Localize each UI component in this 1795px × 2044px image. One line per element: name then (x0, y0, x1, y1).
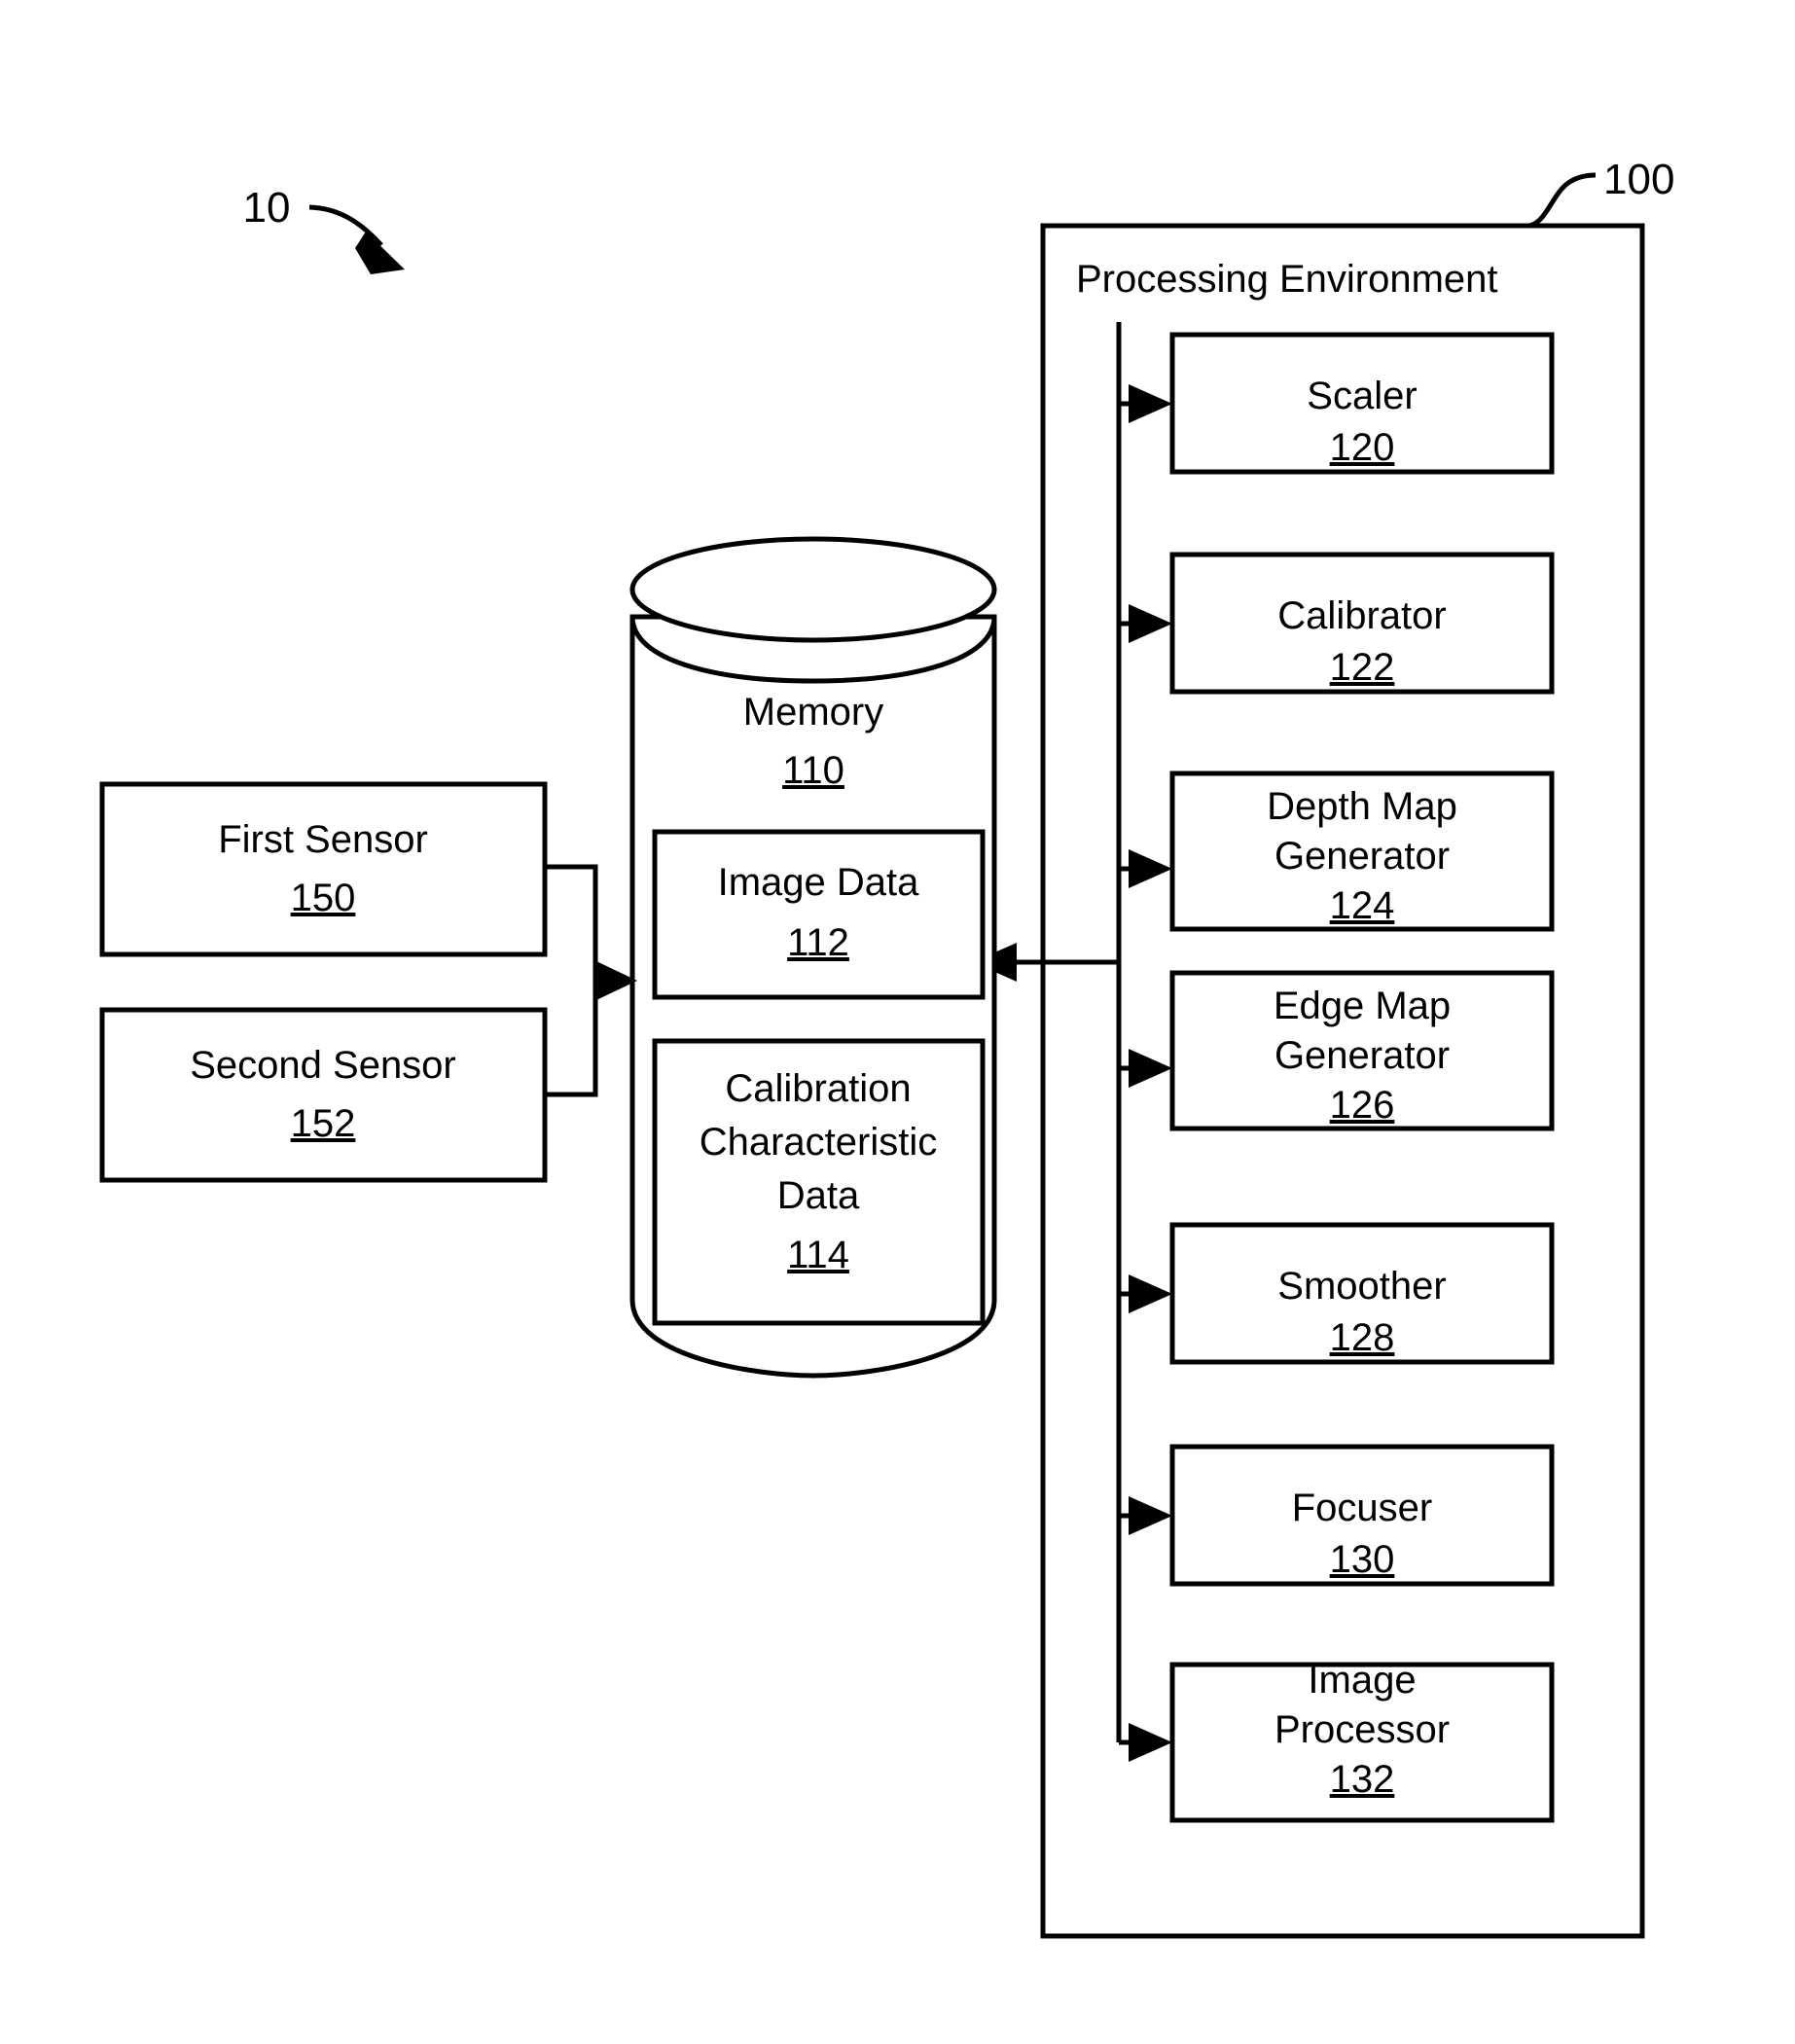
memory-cylinder-lid (629, 536, 997, 643)
module-smoother-label: Smoother (1277, 1265, 1446, 1308)
module-calibrator[interactable]: Calibrator 122 (1119, 552, 1555, 695)
sensor-first-ref: 150 (291, 877, 356, 919)
figure-leader-arrowhead (355, 232, 405, 274)
system-leader-line (1528, 172, 1597, 229)
module-image-processor-ref: 132 (1330, 1758, 1395, 1801)
memory-ref: 110 (782, 749, 844, 792)
memory-title: Memory (743, 691, 883, 734)
module-smoother[interactable]: Smoother 128 (1119, 1222, 1555, 1365)
sensor-first[interactable]: First Sensor 150 (99, 781, 548, 957)
sensor-bracket-line (545, 864, 598, 1097)
processing-environment-title: Processing Environment (1076, 258, 1498, 301)
module-edge-map-generator-label-line1: Edge Map (1274, 985, 1451, 1027)
module-focuser-label: Focuser (1292, 1487, 1433, 1529)
module-edge-map-generator[interactable]: Edge Map Generator 126 (1119, 970, 1555, 1131)
memory-item-calibration-characteristic-data[interactable]: Calibration Characteristic Data 114 (652, 1038, 986, 1326)
system-number: 100 (1603, 156, 1674, 203)
memory-item-image-data-ref: 112 (787, 921, 849, 964)
diagram-canvas: 10 Processing Environment 100 Scaler 120… (99, 156, 1674, 1939)
memory-cylinder[interactable]: Memory 110 Image Data 112 Calibration Ch… (629, 536, 997, 1379)
module-scaler[interactable]: Scaler 120 (1116, 322, 1555, 475)
memory-item-image-data-box[interactable] (652, 829, 986, 1000)
memory-item-calibration-line1: Calibration (725, 1067, 911, 1110)
sensor-merge-connector (545, 864, 637, 1097)
module-depth-map-generator[interactable]: Depth Map Generator 124 (1119, 771, 1555, 932)
module-image-processor[interactable]: Image Processor 132 (1119, 1659, 1555, 1823)
module-focuser-ref: 130 (1330, 1538, 1395, 1581)
module-calibrator-ref: 122 (1330, 646, 1395, 689)
module-edge-map-generator-label-line2: Generator (1274, 1034, 1450, 1077)
sensor-second-label: Second Sensor (190, 1044, 456, 1087)
memory-item-calibration-line2: Characteristic (700, 1121, 938, 1164)
sensor-first-label: First Sensor (218, 818, 428, 861)
module-scaler-ref: 120 (1330, 426, 1395, 469)
module-edge-map-generator-ref: 126 (1330, 1084, 1395, 1127)
memory-item-calibration-line3: Data (777, 1174, 860, 1217)
sensor-second[interactable]: Second Sensor 152 (99, 1007, 548, 1183)
module-depth-map-generator-label-line2: Generator (1274, 835, 1450, 878)
module-smoother-ref: 128 (1330, 1316, 1395, 1359)
sensor-second-ref: 152 (291, 1102, 356, 1145)
patent-figure: 10 Processing Environment 100 Scaler 120… (0, 0, 1795, 2044)
memory-item-image-data-label: Image Data (718, 861, 920, 904)
sensor-first-box[interactable] (99, 781, 548, 957)
module-image-processor-label-line1: Image (1308, 1659, 1416, 1702)
memory-item-calibration-ref: 114 (787, 1234, 849, 1276)
system-label-group: 100 (1528, 156, 1674, 229)
module-depth-map-generator-ref: 124 (1330, 884, 1395, 927)
module-image-processor-label-line2: Processor (1274, 1708, 1450, 1751)
memory-item-image-data[interactable]: Image Data 112 (652, 829, 986, 1000)
module-focuser[interactable]: Focuser 130 (1119, 1444, 1555, 1587)
module-calibrator-label: Calibrator (1277, 594, 1446, 637)
figure-number: 10 (243, 184, 291, 232)
sensor-second-box[interactable] (99, 1007, 548, 1183)
figure-label-group: 10 (243, 184, 405, 274)
module-depth-map-generator-label-line1: Depth Map (1267, 785, 1457, 828)
module-scaler-label: Scaler (1307, 375, 1417, 417)
